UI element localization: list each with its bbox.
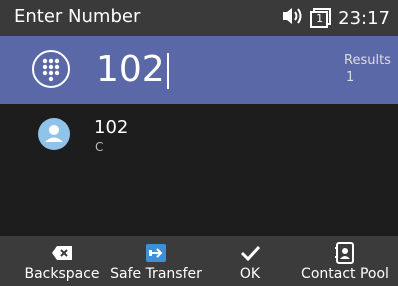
number-input[interactable]: 102 xyxy=(96,49,169,91)
ok-button[interactable]: OK xyxy=(218,236,282,286)
line-number: 1 xyxy=(316,12,324,25)
list-item[interactable]: 102 C xyxy=(0,104,398,162)
backspace-label: Backspace xyxy=(24,266,100,282)
text-cursor xyxy=(166,53,169,89)
safe-transfer-button[interactable]: Safe Transfer xyxy=(106,236,206,286)
dialpad-icon xyxy=(42,58,60,82)
contact-pool-button[interactable]: Contact Pool xyxy=(298,236,392,286)
screen-title: Enter Number xyxy=(14,6,141,27)
status-indicators: 1 23:17 xyxy=(282,5,390,31)
transfer-icon xyxy=(145,242,167,264)
backspace-icon xyxy=(51,242,73,264)
number-text: 102 xyxy=(96,49,165,90)
avatar xyxy=(38,118,70,150)
softkey-bar: Backspace Safe Transfer OK Contact Pool xyxy=(0,236,398,286)
results-list: 102 C xyxy=(0,104,398,236)
contact-book-icon xyxy=(335,242,355,264)
contact-name: 102 xyxy=(94,117,129,138)
clock: 23:17 xyxy=(338,7,390,29)
dial-bar: 102 Results 1 xyxy=(0,36,398,104)
results-label: Results xyxy=(344,53,391,68)
line-icon: 1 xyxy=(310,8,332,28)
status-bar: Enter Number 1 23:17 xyxy=(0,0,398,36)
dialpad-button[interactable] xyxy=(32,50,70,88)
safe-transfer-label: Safe Transfer xyxy=(110,266,202,282)
backspace-button[interactable]: Backspace xyxy=(22,236,102,286)
speaker-icon xyxy=(282,6,304,30)
contact-pool-label: Contact Pool xyxy=(301,266,389,282)
user-icon xyxy=(45,125,63,142)
check-icon xyxy=(239,242,261,264)
contact-subtitle: C xyxy=(95,140,104,154)
ok-label: OK xyxy=(239,266,261,282)
results-count: 1 xyxy=(346,70,355,85)
